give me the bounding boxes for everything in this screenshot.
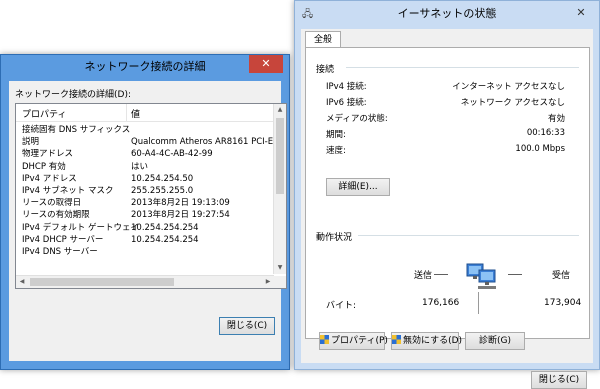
row-property: IPv4 アドレス: [22, 173, 77, 184]
received-dash: [508, 274, 522, 275]
details-table-row[interactable]: IPv4 アドレス 10.254.254.50: [16, 173, 274, 185]
sent-bytes-value: 176,166: [422, 298, 460, 308]
duration-value: 00:16:33: [526, 128, 565, 138]
ipv4-connectivity-value: インターネット アクセスなし: [452, 82, 565, 92]
vertical-scroll-thumb[interactable]: [276, 118, 284, 194]
ipv4-connectivity-label: IPv4 接続:: [326, 82, 367, 92]
details-table-row[interactable]: IPv4 サブネット マスク 255.255.255.0: [16, 185, 274, 197]
row-value: 2013年8月2日 19:13:09: [131, 198, 230, 209]
status-close-button[interactable]: 閉じる(C): [531, 371, 587, 389]
media-state-row: メディアの状態: 有効: [326, 112, 565, 126]
shield-icon: [320, 335, 329, 344]
row-property: IPv4 デフォルト ゲートウェイ: [22, 222, 139, 233]
row-property: 説明: [22, 137, 40, 148]
row-value: 10.254.254.50: [131, 173, 194, 184]
details-table-row[interactable]: DHCP 有効 はい: [16, 161, 274, 173]
received-bytes-value: 173,904: [544, 298, 582, 308]
scroll-down-icon[interactable]: ▼: [274, 262, 286, 274]
disable-button-label: 無効にする(D): [403, 336, 463, 346]
details-table-row[interactable]: リースの有効期限 2013年8月2日 19:27:54: [16, 209, 274, 221]
row-property: IPv4 DHCP サーバー: [22, 234, 104, 245]
column-divider[interactable]: [126, 104, 127, 121]
activity-separator: [478, 292, 479, 314]
network-connection-details-window: ネットワーク接続の詳細 ✕ ネットワーク接続の詳細(D): プロパティ 値 接続…: [0, 54, 290, 370]
detail-window-close-button[interactable]: ✕: [249, 55, 283, 73]
details-table-row[interactable]: IPv4 デフォルト ゲートウェイ 10.254.254.254: [16, 222, 274, 234]
column-header-value[interactable]: 値: [131, 107, 140, 120]
row-value: 10.254.254.254: [131, 234, 199, 245]
scrollbar-corner: [274, 276, 286, 288]
duration-label: 期間:: [326, 130, 346, 140]
details-listview[interactable]: プロパティ 値 接続固有 DNS サフィックス 説明 Qualcomm Athero…: [15, 103, 287, 289]
status-window-client: 全般 接続 IPv4 接続: インターネット アクセスなし IPv6 接続: ネ…: [301, 29, 593, 389]
details-rows: 接続固有 DNS サフィックス 説明 Qualcomm Atheros AR8161…: [16, 124, 274, 258]
row-property: DHCP 有効: [22, 161, 66, 172]
scroll-right-icon[interactable]: ▶: [262, 276, 274, 288]
bytes-label: バイト:: [326, 301, 357, 311]
details-table-row[interactable]: リースの取得日 2013年8月2日 19:13:09: [16, 197, 274, 209]
ipv6-connectivity-row: IPv6 接続: ネットワーク アクセスなし: [326, 96, 565, 110]
tab-general[interactable]: 全般: [305, 31, 341, 48]
row-value: はい: [131, 161, 149, 172]
received-label: 受信: [552, 271, 571, 281]
details-table-row[interactable]: IPv4 DNS サーバー: [16, 246, 274, 258]
disable-button[interactable]: 無効にする(D): [391, 332, 463, 350]
scroll-left-icon[interactable]: ◀: [16, 276, 28, 288]
connection-group-label: 接続: [316, 65, 335, 75]
ipv4-connectivity-row: IPv4 接続: インターネット アクセスなし: [326, 80, 565, 94]
row-value: 60-A4-4C-AB-42-99: [131, 149, 213, 160]
diagnose-button[interactable]: 診断(G): [465, 332, 525, 350]
row-value: 2013年8月2日 19:27:54: [131, 210, 230, 221]
details-table-row[interactable]: 接続固有 DNS サフィックス: [16, 124, 274, 136]
speed-row: 速度: 100.0 Mbps: [326, 144, 565, 158]
row-value: Qualcomm Atheros AR8161 PCI-E: [131, 137, 274, 148]
details-horizontal-scrollbar[interactable]: ◀ ▶: [16, 275, 274, 288]
network-activity-icon: [466, 263, 496, 289]
row-value: 255.255.255.0: [131, 185, 194, 196]
properties-button[interactable]: プロパティ(P): [319, 332, 388, 350]
details-list-header: プロパティ 値: [16, 104, 274, 122]
activity-group-divider: [358, 235, 579, 236]
ipv6-connectivity-value: ネットワーク アクセスなし: [460, 98, 565, 108]
media-state-value: 有効: [547, 114, 565, 124]
details-table-row[interactable]: 説明 Qualcomm Atheros AR8161 PCI-E: [16, 136, 274, 148]
speed-value: 100.0 Mbps: [515, 144, 565, 154]
row-property: IPv4 DNS サーバー: [22, 246, 98, 257]
detail-window-title: ネットワーク接続の詳細: [84, 60, 206, 73]
row-property: リースの有効期限: [22, 210, 90, 221]
sent-dash: [434, 274, 448, 275]
properties-button-label: プロパティ(P): [331, 336, 388, 346]
details-vertical-scrollbar[interactable]: ▲ ▼: [273, 104, 286, 274]
row-property: 接続固有 DNS サフィックス: [22, 125, 131, 135]
ethernet-status-window: 🖧 イーサネットの状態 ✕ 全般 接続 IPv4 接続: インターネット アクセ…: [294, 0, 600, 389]
status-window-close-icon[interactable]: ✕: [571, 5, 591, 21]
row-property: リースの取得日: [22, 198, 82, 209]
scroll-up-icon[interactable]: ▲: [274, 104, 286, 116]
sent-label: 送信: [414, 271, 433, 281]
row-property: IPv4 サブネット マスク: [22, 185, 114, 196]
general-tab-panel: 接続 IPv4 接続: インターネット アクセスなし IPv6 接続: ネットワ…: [305, 47, 590, 339]
detail-close-button[interactable]: 閉じる(C): [219, 317, 275, 335]
status-window-title: イーサネットの状態: [397, 7, 497, 20]
detail-window-client: ネットワーク接続の詳細(D): プロパティ 値 接続固有 DNS サフィックス説…: [9, 81, 287, 361]
details-list-label: ネットワーク接続の詳細(D):: [15, 90, 131, 100]
speed-label: 速度:: [326, 146, 346, 156]
details-table-row[interactable]: IPv4 DHCP サーバー 10.254.254.254: [16, 234, 274, 246]
details-button[interactable]: 詳細(E)...: [326, 178, 390, 196]
horizontal-scroll-thumb[interactable]: [30, 278, 174, 286]
details-table-row[interactable]: 物理アドレス 60-A4-4C-AB-42-99: [16, 148, 274, 160]
ipv6-connectivity-label: IPv6 接続:: [326, 98, 367, 108]
row-value: 10.254.254.254: [131, 222, 199, 233]
activity-group-label: 動作状況: [316, 233, 353, 243]
media-state-label: メディアの状態:: [326, 114, 388, 124]
duration-row: 期間: 00:16:33: [326, 128, 565, 142]
row-property: 物理アドレス: [22, 149, 74, 160]
connection-group-divider: [346, 67, 579, 68]
shield-icon: [392, 335, 401, 344]
column-header-property[interactable]: プロパティ: [22, 107, 66, 120]
